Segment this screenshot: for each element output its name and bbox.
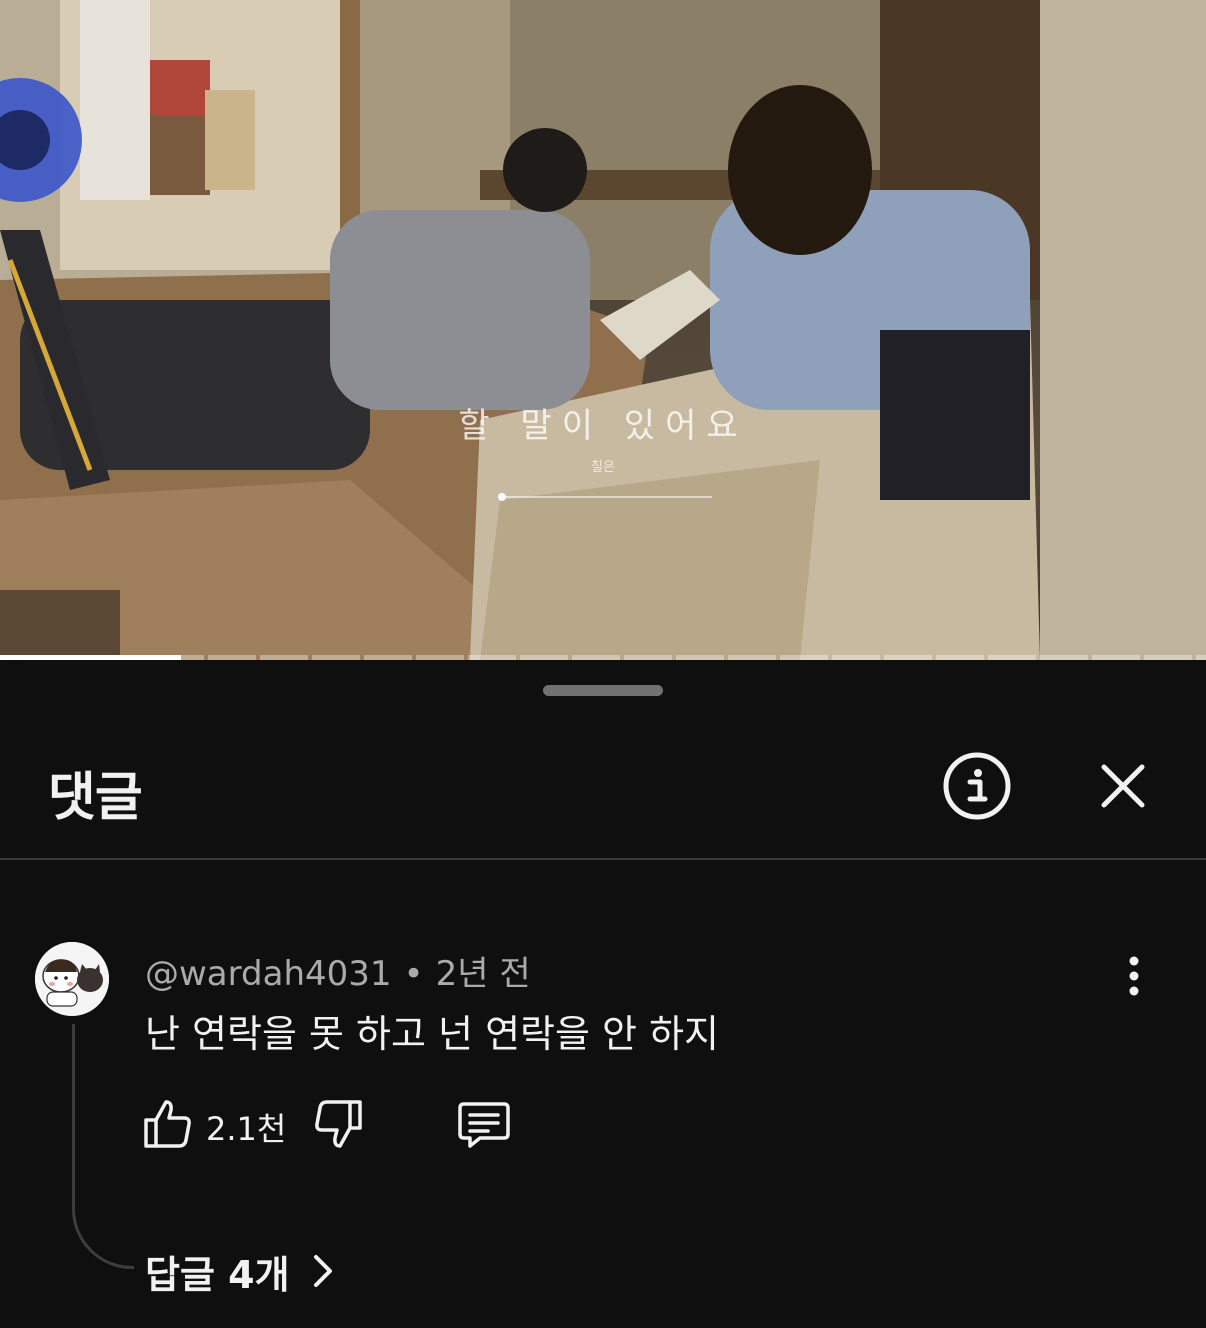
video-overlay-artist: 칠은 [591, 460, 615, 475]
dislike-button[interactable] [310, 1096, 366, 1152]
comment-more-button[interactable] [1110, 952, 1158, 1000]
sheet-drag-handle[interactable] [543, 685, 663, 696]
comment-time: 2년 전 [435, 954, 531, 994]
close-button[interactable] [1088, 751, 1158, 821]
header-divider [0, 858, 1206, 860]
close-icon [1101, 764, 1145, 808]
more-vertical-icon [1129, 956, 1139, 996]
info-circle-icon [943, 752, 1011, 820]
video-inner-progress-line [498, 493, 712, 501]
reply-thread-line [72, 1024, 134, 1269]
comments-sheet: 댓글 @wardah4031 • 2년 전 난 연락을 못 하고 넌 연락을 안… [0, 660, 1206, 1328]
video-inner-progress-dot [498, 493, 506, 501]
replies-label: 답글 4개 [145, 1252, 290, 1297]
comment-text: 난 연락을 못 하고 넌 연락을 안 하지 [145, 1012, 719, 1056]
youtube-comments-screen: 할 말이 있어요 칠은 댓글 @wardah4031 • 2년 전 난 연락을 … [0, 0, 1206, 1328]
avatar[interactable] [35, 942, 109, 1016]
video-frame [0, 0, 1206, 660]
comment-bubble-icon [458, 1102, 510, 1148]
like-count: 2.1천 [206, 1110, 287, 1148]
meta-separator: • [403, 954, 424, 994]
thumbs-up-icon [144, 1100, 191, 1148]
comment-meta: @wardah4031 • 2년 전 [145, 946, 531, 995]
info-button[interactable] [942, 751, 1012, 821]
thumbs-down-icon [315, 1100, 362, 1148]
avatar-image [35, 942, 109, 1016]
reply-button[interactable] [456, 1096, 512, 1152]
chevron-right-icon [312, 1253, 334, 1289]
comments-title: 댓글 [48, 768, 143, 828]
comment-author[interactable]: @wardah4031 [145, 954, 392, 994]
view-replies-button[interactable]: 답글 4개 [145, 1245, 334, 1297]
like-button[interactable] [140, 1096, 196, 1152]
video-player[interactable]: 할 말이 있어요 칠은 [0, 0, 1206, 660]
video-overlay-title: 할 말이 있어요 [458, 406, 748, 446]
